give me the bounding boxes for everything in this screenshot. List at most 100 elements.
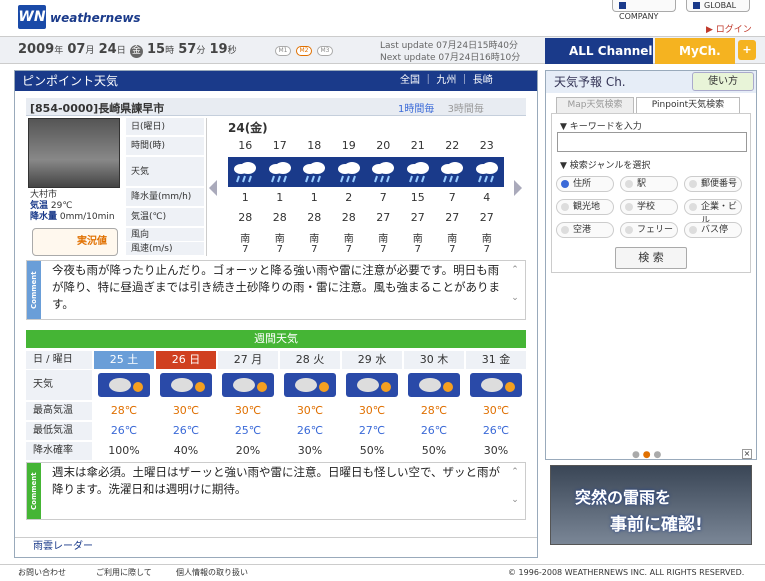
- tab-pinpoint-search[interactable]: Pinpoint天気検索: [636, 97, 740, 113]
- comment-scrollbar[interactable]: ⌃ ⌄: [509, 263, 521, 317]
- hour-cell: 23: [479, 139, 494, 152]
- wind-dir-cell: 南: [240, 234, 251, 245]
- tab-map-search[interactable]: Map天気検索: [556, 97, 634, 113]
- genre-label: 郵便番号: [701, 179, 738, 189]
- keyword-label-text: キーワードを入力: [569, 122, 642, 132]
- genre-option[interactable]: 郵便番号: [684, 176, 742, 192]
- clock-month: 07: [67, 42, 86, 57]
- precip-cell: 15: [410, 191, 425, 204]
- radio-icon: [561, 226, 569, 234]
- interval-toggle: 1時間毎 3時間毎: [398, 100, 484, 115]
- carousel-dots[interactable]: ● ● ●: [632, 450, 661, 460]
- global-link[interactable]: GLOBAL: [686, 0, 750, 12]
- hourly-comment: 今夜も雨が降ったり止んだり。ゴォーッと降る強い雨や雷に注意が必要です。明日も雨が…: [52, 263, 501, 311]
- next-arrow[interactable]: [514, 180, 522, 196]
- genre-option[interactable]: 空港: [556, 222, 614, 238]
- clock-hour: 15: [146, 42, 166, 57]
- pop-cell: 20%: [235, 444, 261, 457]
- company-link[interactable]: COMPANY: [612, 0, 676, 21]
- prev-arrow[interactable]: [209, 180, 217, 196]
- weather-icon: [218, 372, 278, 400]
- mode-m1-button[interactable]: M1: [275, 46, 291, 56]
- crumb-kyushu[interactable]: 九州: [436, 75, 456, 86]
- precip-cell: 7: [379, 191, 387, 204]
- brand-name[interactable]: weathernews: [50, 11, 141, 25]
- rain-cloud-icon: [438, 160, 466, 184]
- clock-weekday: 金: [129, 45, 143, 58]
- wind-dir-cell: 南: [481, 234, 492, 245]
- temp-label: 気温: [30, 201, 49, 211]
- weathernews-logo[interactable]: WN: [18, 5, 46, 29]
- genre-label: フェリー: [637, 225, 674, 235]
- sky-camera-image[interactable]: [28, 118, 120, 188]
- genre-option[interactable]: 住所: [556, 176, 614, 192]
- crumb-nagasaki[interactable]: 長崎: [473, 75, 493, 86]
- genre-option[interactable]: 企業・ビル: [684, 199, 742, 226]
- location-name: [854-0000]長崎県諫早市: [30, 102, 165, 115]
- genre-option[interactable]: 駅: [620, 176, 678, 192]
- global-icon: [693, 2, 700, 9]
- footer-privacy[interactable]: 個人情報の取り扱い: [176, 565, 248, 581]
- footer: お問い合わせ ご利用に際して 個人情報の取り扱い © 1996-2008 WEA…: [0, 564, 765, 581]
- high-temp-cell: 30℃: [296, 404, 324, 417]
- high-temp-cell: 30℃: [482, 404, 510, 417]
- day-cell: 26 日: [156, 351, 216, 369]
- clock-second: 19: [209, 42, 228, 57]
- high-temp-cell: 28℃: [420, 404, 448, 417]
- clock-year: 2009: [18, 42, 55, 57]
- clock-day: 24: [98, 42, 117, 57]
- banner-line-2: 事前に確認!: [610, 515, 703, 535]
- pop-cell: 30%: [297, 444, 323, 457]
- update-info: Last update 07月24日15時40分 Next update 07月…: [380, 40, 520, 64]
- genre-option[interactable]: 観光地: [556, 199, 614, 215]
- crumb-national[interactable]: 全国: [400, 75, 420, 86]
- pop-cell: 50%: [421, 444, 447, 457]
- footer-terms[interactable]: ご利用に際して: [96, 565, 152, 581]
- wind-dir-cell: 南: [274, 234, 285, 245]
- search-button[interactable]: 検 索: [615, 247, 687, 269]
- rain-cloud-icon: [369, 160, 397, 184]
- add-channel-button[interactable]: +: [738, 40, 756, 60]
- rain-radar-link[interactable]: 雨雲レーダー: [15, 537, 537, 555]
- radio-icon: [689, 180, 697, 188]
- temp-cell: 28: [307, 211, 322, 224]
- login-link[interactable]: ▶ ログイン: [706, 22, 752, 35]
- hour-cell: 19: [341, 139, 356, 152]
- wind-speed-cell: 7: [311, 244, 318, 255]
- live-label: 実況値: [77, 236, 107, 247]
- close-icon[interactable]: ×: [742, 449, 752, 459]
- toggle-1h[interactable]: 1時間毎: [398, 104, 434, 115]
- genre-label: 学校: [637, 202, 656, 212]
- high-temp-cell: 28℃: [110, 404, 138, 417]
- day-cell: 28 火: [280, 351, 340, 369]
- station-name: 大村市: [30, 190, 58, 200]
- mode-m2-button[interactable]: M2: [296, 46, 312, 56]
- howto-button[interactable]: 使い方: [692, 72, 754, 91]
- row-label-hour: 時間(時): [126, 137, 204, 156]
- company-label: COMPANY: [619, 12, 659, 21]
- mode-m3-button[interactable]: M3: [317, 46, 333, 56]
- footer-contact[interactable]: お問い合わせ: [18, 565, 66, 581]
- weather-icon: [342, 372, 402, 400]
- pop-cell: 40%: [173, 444, 199, 457]
- hour-cell: 22: [445, 139, 460, 152]
- wind-speed-cell: 7: [380, 244, 387, 255]
- row-label-precip: 降水量(mm/h): [126, 188, 204, 207]
- row-label-date: 日(曜日): [126, 118, 204, 136]
- wind-dir-cell: 南: [309, 234, 320, 245]
- day-cell: 31 金: [466, 351, 526, 369]
- genre-option[interactable]: 学校: [620, 199, 678, 215]
- mych-tab[interactable]: MyCh.: [655, 38, 735, 64]
- weekly-comment-scrollbar[interactable]: ⌃ ⌄: [509, 465, 521, 515]
- radio-icon: [561, 203, 569, 211]
- genre-option[interactable]: バス停: [684, 222, 742, 238]
- genre-option[interactable]: フェリー: [620, 222, 678, 238]
- toggle-3h[interactable]: 3時間毎: [448, 104, 484, 115]
- live-value-button[interactable]: 実況値: [32, 228, 118, 256]
- keyword-input[interactable]: [557, 132, 747, 152]
- day-cell: 30 木: [404, 351, 464, 369]
- wk-label-pop: 降水確率: [26, 442, 92, 460]
- all-channel-tab[interactable]: ALL Channel: [545, 38, 653, 64]
- low-temp-cell: 27℃: [358, 424, 386, 437]
- breadcrumb: 全国 ｜ 九州 ｜ 長崎: [400, 75, 493, 86]
